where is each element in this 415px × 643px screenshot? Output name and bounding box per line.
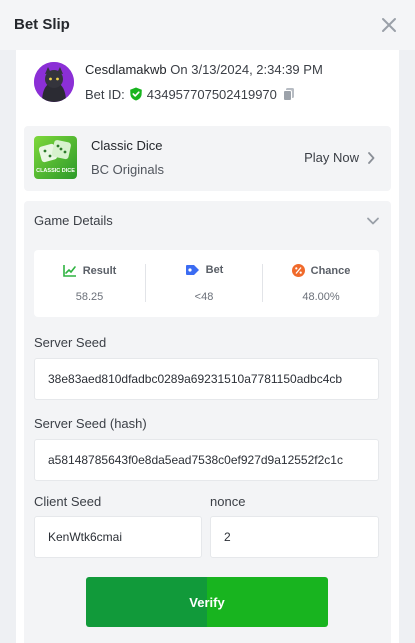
stat-chance-value: 48.00% bbox=[302, 291, 340, 303]
stat-bet: Bet <48 bbox=[146, 250, 262, 317]
bet-id-label: Bet ID: bbox=[85, 86, 125, 102]
chevron-down-icon[interactable] bbox=[365, 213, 381, 229]
game-card[interactable]: CLASSIC DICE Classic Dice BC Originals P… bbox=[24, 126, 391, 191]
server-seed-hash-field[interactable]: a58148785643f0e8da5ead7538c0ef927d9a1255… bbox=[34, 439, 379, 481]
bet-tag-icon bbox=[185, 265, 199, 275]
thumb-label: CLASSIC DICE bbox=[36, 168, 75, 174]
bet-user-line: Cesdlamakwb On 3/13/2024, 2:34:39 PM bbox=[85, 62, 323, 77]
play-now-label: Play Now bbox=[304, 150, 359, 165]
bet-timestamp: On 3/13/2024, 2:34:39 PM bbox=[170, 62, 323, 77]
stat-bet-value: <48 bbox=[194, 291, 214, 303]
client-seed-label: Client Seed bbox=[34, 494, 102, 509]
chevron-right-icon bbox=[368, 151, 375, 164]
game-details-title: Game Details bbox=[34, 213, 113, 228]
stat-result-value: 58.25 bbox=[75, 291, 104, 303]
result-chart-icon bbox=[62, 265, 76, 277]
server-seed-label: Server Seed bbox=[34, 335, 107, 350]
stat-result: Result 58.25 bbox=[34, 250, 145, 317]
game-stats: Result 58.25 Bet <48 Chance 48.00% bbox=[34, 250, 379, 317]
nonce-label: nonce bbox=[210, 494, 246, 509]
server-seed-hash-label: Server Seed (hash) bbox=[34, 416, 147, 431]
server-seed-field[interactable]: 38e83aed810dfadbc0289a69231510a7781150ad… bbox=[34, 358, 379, 400]
verified-shield-icon bbox=[129, 87, 143, 101]
bet-id-value: 434957707502419970 bbox=[146, 86, 277, 102]
stat-result-label: Result bbox=[82, 264, 117, 277]
bet-slip-header: Bet Slip bbox=[0, 0, 415, 50]
stat-chance: Chance 48.00% bbox=[263, 250, 379, 317]
nonce-field[interactable]: 2 bbox=[210, 516, 379, 558]
play-now-link[interactable]: Play Now bbox=[304, 150, 375, 165]
avatar[interactable] bbox=[34, 62, 74, 102]
stat-bet-label: Bet bbox=[205, 264, 224, 276]
game-name: Classic Dice bbox=[91, 138, 163, 153]
client-seed-field[interactable]: KenWtk6cmai bbox=[34, 516, 202, 558]
copy-icon[interactable] bbox=[282, 87, 296, 101]
game-provider: BC Originals bbox=[91, 162, 164, 177]
verify-button[interactable]: Verify bbox=[86, 577, 328, 627]
chance-percent-icon bbox=[291, 264, 305, 277]
stat-chance-label: Chance bbox=[310, 264, 351, 277]
classic-dice-thumbnail: CLASSIC DICE bbox=[34, 136, 77, 179]
bet-id-line: Bet ID: 434957707502419970 bbox=[85, 86, 296, 102]
bet-slip-title: Bet Slip bbox=[14, 16, 70, 33]
username[interactable]: Cesdlamakwb bbox=[85, 62, 167, 77]
close-icon[interactable] bbox=[378, 14, 400, 36]
